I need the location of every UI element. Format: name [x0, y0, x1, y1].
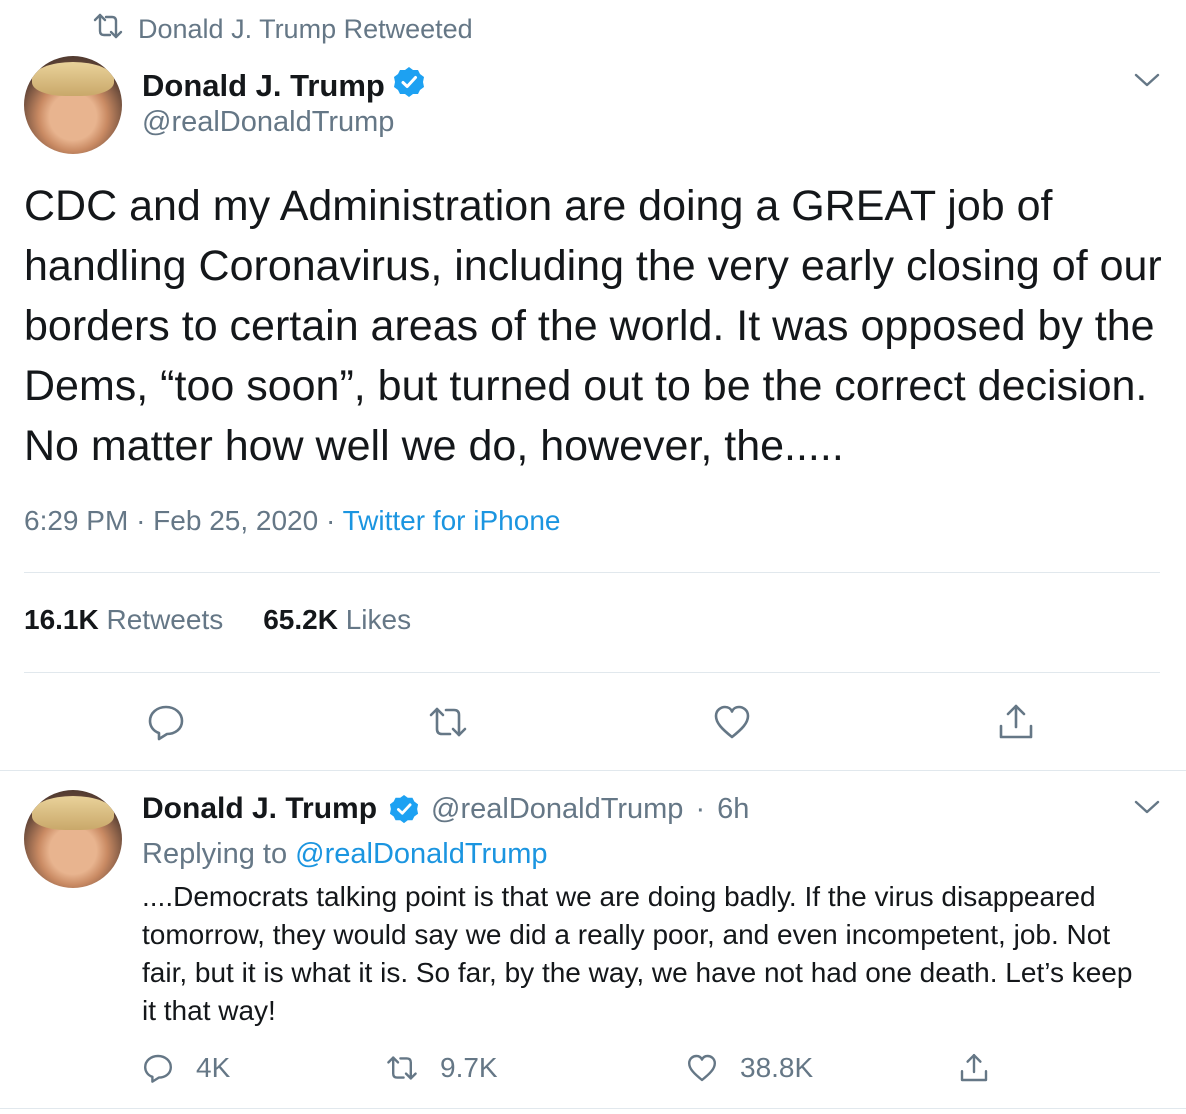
like-action[interactable]: 38.8K [686, 1052, 813, 1084]
retweet-context-label: Donald J. Trump Retweeted [138, 14, 473, 44]
divider [24, 572, 1160, 573]
verified-icon [389, 794, 419, 824]
chevron-down-icon[interactable] [1132, 70, 1162, 95]
reply-icon [142, 1052, 174, 1084]
like-icon [686, 1052, 718, 1084]
retweets-stat[interactable]: 16.1K Retweets [24, 604, 223, 636]
tweet-source-link[interactable]: Twitter for iPhone [343, 505, 561, 536]
meta-separator: · [136, 505, 146, 536]
tweet-age[interactable]: 6h [717, 793, 749, 826]
author-name: Donald J. Trump [142, 68, 385, 103]
retweet-context[interactable]: Donald J. Trump Retweeted [92, 12, 473, 47]
chevron-down-icon[interactable] [1132, 797, 1162, 822]
replying-to-prefix: Replying to [142, 838, 288, 870]
verified-icon [393, 66, 425, 106]
author-name-row[interactable]: Donald J. Trump [142, 66, 425, 106]
author-handle[interactable]: @realDonaldTrump [142, 106, 394, 139]
tweet-separator [0, 1108, 1186, 1109]
avatar[interactable] [24, 56, 122, 154]
retweet-icon[interactable] [428, 702, 468, 742]
avatar[interactable] [24, 790, 122, 888]
share-icon [958, 1052, 990, 1084]
retweets-count: 16.1K [24, 604, 99, 635]
reply-icon[interactable] [146, 702, 186, 742]
tweet-date[interactable]: Feb 25, 2020 [153, 505, 318, 536]
retweet-icon [386, 1052, 418, 1084]
likes-stat[interactable]: 65.2K Likes [263, 604, 411, 636]
retweets-label: Retweets [106, 604, 224, 635]
author-handle[interactable]: @realDonaldTrump [431, 793, 683, 826]
tweet-separator [0, 770, 1186, 771]
replying-to-handle[interactable]: @realDonaldTrump [295, 838, 547, 870]
replying-to: Replying to @realDonaldTrump [142, 838, 548, 871]
retweet-count: 9.7K [440, 1052, 498, 1083]
retweet-icon [92, 12, 124, 47]
divider [24, 672, 1160, 673]
reply-action[interactable]: 4K [142, 1052, 230, 1084]
meta-separator: · [695, 792, 706, 825]
tweet-meta: 6:29 PM · Feb 25, 2020 · Twitter for iPh… [24, 505, 560, 537]
share-action[interactable] [958, 1052, 990, 1084]
like-count: 38.8K [740, 1052, 814, 1083]
meta-separator: · [325, 505, 336, 536]
likes-label: Likes [345, 604, 412, 635]
tweet-stats: 16.1K Retweets 65.2K Likes [24, 604, 411, 636]
author-name[interactable]: Donald J. Trump [142, 792, 377, 826]
likes-count: 65.2K [263, 604, 338, 635]
tweet-time[interactable]: 6:29 PM [24, 505, 128, 536]
retweet-action[interactable]: 9.7K [386, 1052, 498, 1084]
tweet-text: CDC and my Administration are doing a GR… [24, 182, 1162, 470]
reply-tweet-text: ....Democrats talking point is that we a… [142, 881, 1133, 1026]
reply-count: 4K [196, 1052, 231, 1083]
reply-header: Donald J. Trump @realDonaldTrump · 6h [142, 792, 749, 826]
like-icon[interactable] [712, 702, 752, 742]
share-icon[interactable] [996, 702, 1036, 742]
